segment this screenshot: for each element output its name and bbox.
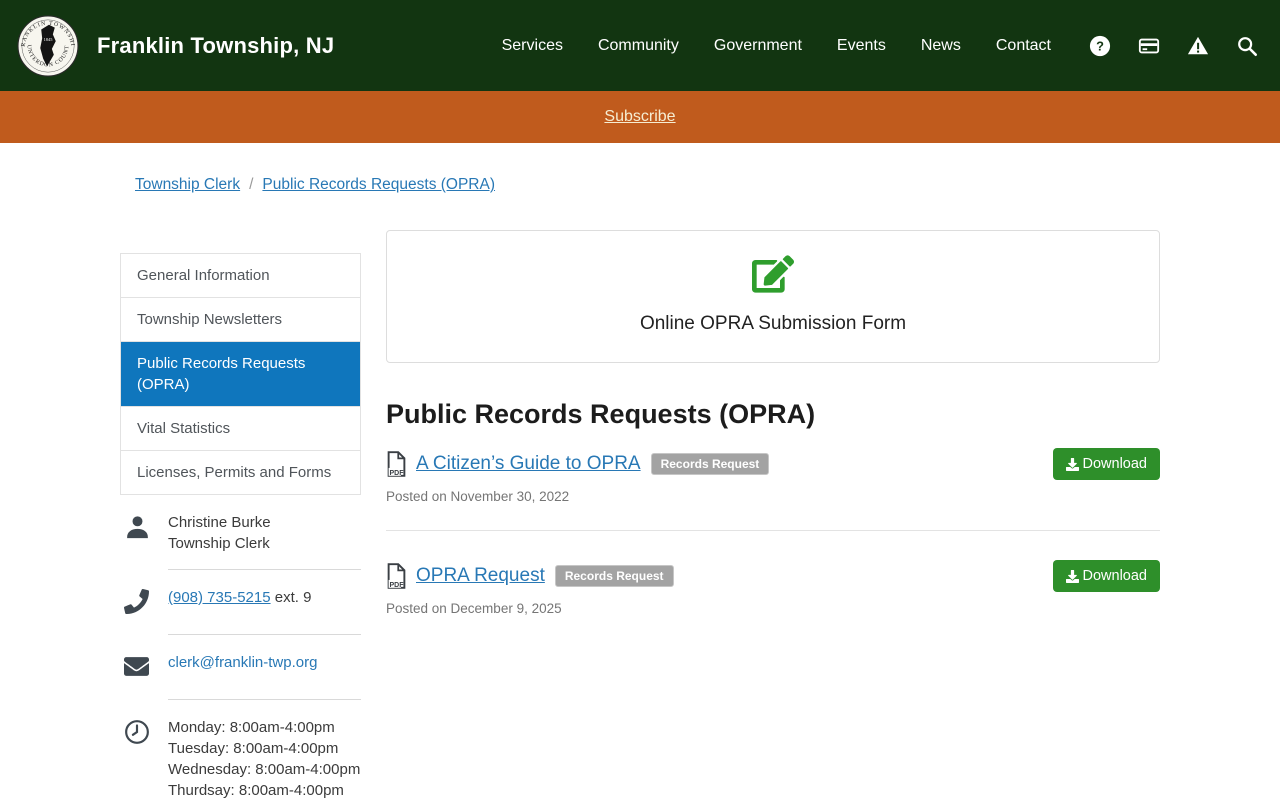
pdf-icon: PDF	[387, 563, 406, 589]
download-button-label: Download	[1082, 568, 1148, 584]
sidebar: General Information Township Newsletters…	[120, 230, 361, 800]
download-icon	[1065, 569, 1079, 583]
contact-person: Christine Burke Township Clerk	[120, 495, 361, 569]
sidebar-item-licenses-permits-forms[interactable]: Licenses, Permits and Forms	[121, 451, 360, 494]
phone-link[interactable]: (908) 735-5215	[168, 589, 271, 606]
help-icon[interactable]: ?	[1089, 35, 1111, 57]
nav-contact[interactable]: Contact	[996, 37, 1051, 55]
main-content: Online OPRA Submission Form Public Recor…	[386, 230, 1160, 616]
download-icon	[1065, 457, 1079, 471]
payments-icon[interactable]	[1138, 35, 1160, 57]
document-row: PDF OPRA Request Records Request Downloa…	[386, 560, 1160, 592]
site-title[interactable]: Franklin Township, NJ	[97, 33, 334, 59]
site-header: FRANKLIN TOWNSHIP HUNTERDON COUNTY 1845 …	[0, 0, 1280, 91]
contact-email: clerk@franklin-twp.org	[120, 635, 361, 699]
download-button[interactable]: Download	[1052, 560, 1160, 592]
search-icon[interactable]	[1236, 35, 1258, 57]
posted-date: Posted on November 30, 2022	[386, 489, 570, 504]
divider	[386, 530, 1160, 531]
main-nav: Services Community Government Events New…	[502, 37, 1051, 55]
pdf-icon: PDF	[387, 451, 406, 477]
sidebar-item-vital-statistics[interactable]: Vital Statistics	[121, 407, 360, 451]
posted-date: Posted on December 9, 2025	[386, 601, 562, 616]
breadcrumb-separator: /	[249, 176, 254, 193]
edit-icon	[752, 255, 794, 293]
envelope-icon	[124, 657, 149, 676]
phone-icon	[123, 588, 149, 614]
email-link[interactable]: clerk@franklin-twp.org	[168, 654, 317, 671]
nav-services[interactable]: Services	[502, 37, 563, 55]
records-request-badge: Records Request	[554, 565, 674, 587]
doc-link-opra-request[interactable]: OPRA Request	[416, 565, 545, 587]
subscribe-link[interactable]: Subscribe	[604, 108, 675, 126]
person-icon	[127, 516, 148, 539]
breadcrumb-opra[interactable]: Public Records Requests (OPRA)	[262, 176, 495, 193]
hours-tuesday: Tuesday: 8:00am-4:00pm	[168, 740, 339, 757]
side-menu: General Information Township Newsletters…	[120, 253, 361, 495]
clerk-name: Christine Burke	[168, 514, 271, 531]
clerk-title: Township Clerk	[168, 535, 270, 552]
nav-government[interactable]: Government	[714, 37, 802, 55]
document-row: PDF A Citizen’s Guide to OPRA Records Re…	[386, 448, 1160, 480]
download-button-label: Download	[1082, 456, 1148, 472]
opra-form-card-label: Online OPRA Submission Form	[639, 313, 907, 334]
header-icons: ?	[1089, 35, 1258, 57]
clock-icon	[125, 720, 149, 744]
sidebar-item-general-information[interactable]: General Information	[121, 254, 360, 298]
hours-thursday: Thurdsay: 8:00am-4:00pm	[168, 782, 344, 799]
svg-text:1845: 1845	[44, 37, 54, 42]
records-request-badge: Records Request	[650, 453, 770, 475]
svg-text:PDF: PDF	[390, 470, 405, 477]
hours-wednesday: Wednesday: 8:00am-4:00pm	[168, 761, 361, 778]
svg-text:?: ?	[1096, 38, 1104, 53]
hours-monday: Monday: 8:00am-4:00pm	[168, 719, 335, 736]
contact-hours: Monday: 8:00am-4:00pm Tuesday: 8:00am-4:…	[120, 700, 361, 800]
online-opra-form-card[interactable]: Online OPRA Submission Form	[386, 230, 1160, 363]
contact-phone: (908) 735-5215 ext. 9	[120, 570, 361, 634]
nav-news[interactable]: News	[921, 37, 961, 55]
sidebar-item-township-newsletters[interactable]: Township Newsletters	[121, 298, 360, 342]
alerts-icon[interactable]	[1187, 35, 1209, 57]
sidebar-item-public-records-requests[interactable]: Public Records Requests (OPRA)	[121, 342, 360, 407]
breadcrumb: Township Clerk / Public Records Requests (…	[120, 176, 1160, 194]
svg-text:PDF: PDF	[390, 582, 405, 589]
subscribe-banner: Subscribe	[0, 91, 1280, 143]
page-title: Public Records Requests (OPRA)	[386, 399, 816, 429]
township-seal-logo[interactable]: FRANKLIN TOWNSHIP HUNTERDON COUNTY 1845	[17, 15, 79, 77]
breadcrumb-township-clerk[interactable]: Township Clerk	[135, 176, 240, 193]
download-button[interactable]: Download	[1052, 448, 1160, 480]
phone-ext: ext. 9	[270, 589, 312, 606]
nav-community[interactable]: Community	[598, 37, 679, 55]
doc-link-citizens-guide[interactable]: A Citizen’s Guide to OPRA	[416, 453, 641, 475]
nav-events[interactable]: Events	[837, 37, 886, 55]
